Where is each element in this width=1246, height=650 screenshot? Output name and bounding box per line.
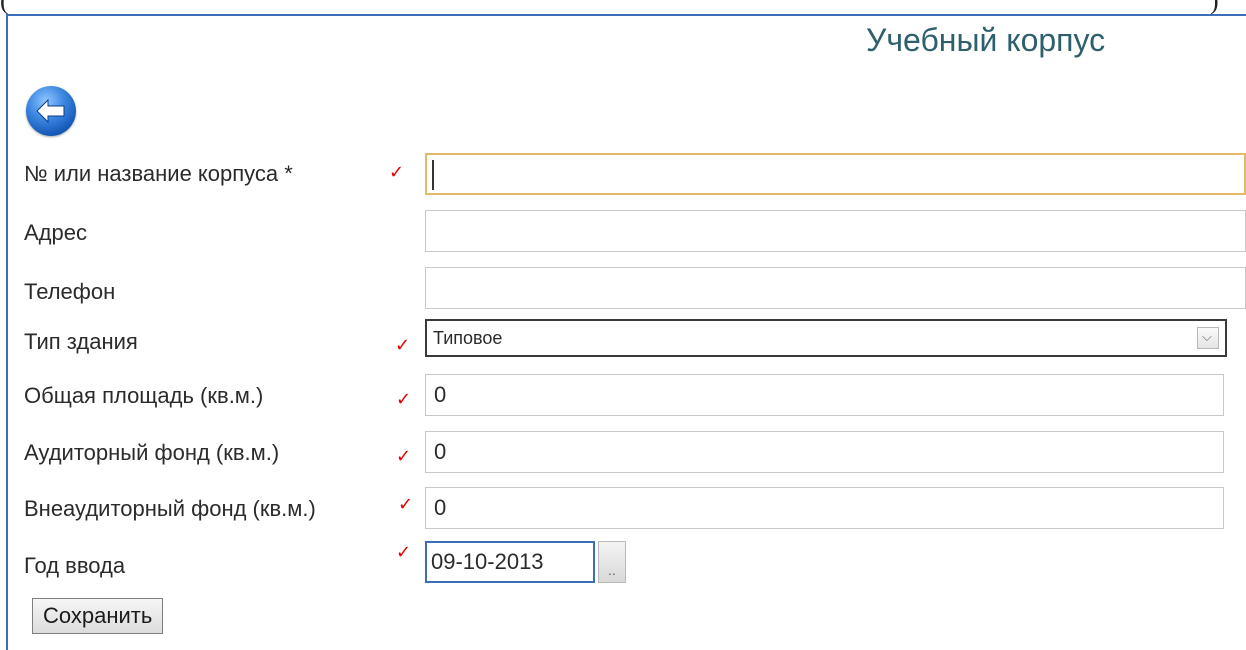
total-area-input[interactable] (425, 374, 1224, 416)
select-dropdown-button[interactable]: ⌵ (1197, 327, 1219, 349)
phone-label: Телефон (24, 279, 116, 304)
required-mark: ✓ (396, 446, 412, 466)
building-name-input[interactable] (425, 153, 1246, 195)
arrow-left-icon (36, 98, 65, 124)
address-label: Адрес (24, 220, 87, 245)
building-name-label: № или название корпуса * (24, 161, 293, 186)
back-button[interactable] (26, 86, 76, 136)
required-mark: ✓ (389, 162, 405, 182)
save-button[interactable]: Сохранить (32, 598, 164, 634)
required-mark: ✓ (398, 494, 414, 514)
non-classroom-area-input[interactable] (425, 487, 1224, 529)
non-classroom-area-label: Внеаудиторный фонд (кв.м.) (24, 496, 316, 521)
classroom-area-label: Аудиторный фонд (кв.м.) (24, 440, 280, 465)
date-picker-button[interactable]: .. (598, 541, 626, 583)
building-type-value: Типовое (433, 328, 503, 348)
address-input[interactable] (425, 210, 1246, 252)
page-title: Учебный корпус (866, 22, 1106, 58)
required-mark: ✓ (395, 335, 411, 355)
building-type-label: Тип здания (24, 329, 138, 354)
commission-date-input[interactable]: 09-10-2013 (425, 541, 595, 583)
classroom-area-input[interactable] (425, 431, 1224, 473)
required-mark: ✓ (396, 389, 412, 409)
total-area-label: Общая площадь (кв.м.) (24, 383, 264, 408)
building-type-select[interactable]: Типовое ⌵ (425, 319, 1227, 357)
date-picker-label: .. (608, 562, 616, 578)
text-caret (432, 160, 434, 190)
commission-year-label: Год ввода (24, 553, 126, 578)
chevron-down-icon: ⌵ (1202, 329, 1212, 344)
phone-input[interactable] (425, 267, 1246, 309)
required-mark: ✓ (396, 542, 412, 562)
